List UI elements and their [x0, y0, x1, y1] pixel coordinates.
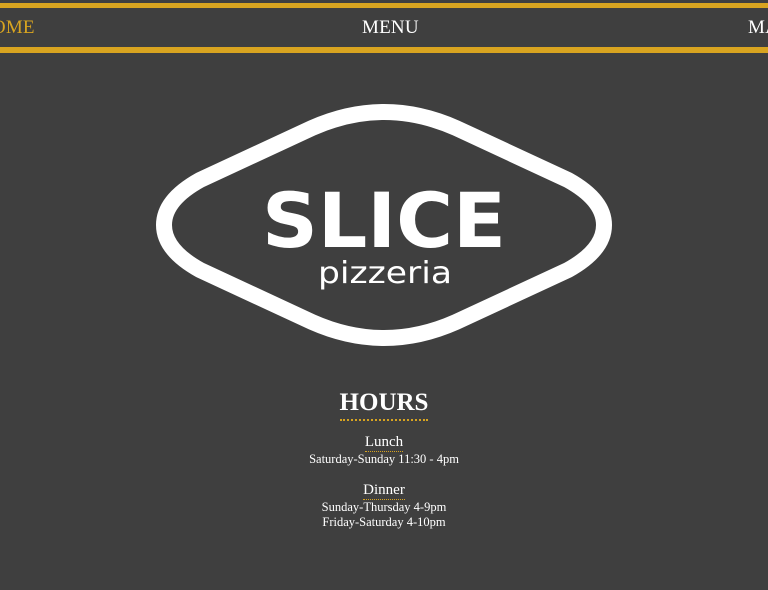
nav-top-rule: [0, 3, 768, 8]
dinner-hours-line: Friday-Saturday 4-10pm: [322, 515, 446, 529]
nav-bottom-rule: [0, 47, 768, 53]
dinner-hours: Dinner Sunday-Thursday 4-9pm Friday-Satu…: [0, 481, 768, 530]
lunch-hours-line: Saturday-Sunday 11:30 - 4pm: [309, 452, 459, 466]
nav-link-map[interactable]: MAP: [748, 17, 768, 39]
nav-link-menu[interactable]: MENU: [362, 17, 419, 39]
lunch-label: Lunch: [364, 434, 404, 452]
logo-badge: SLICE pizzeria: [156, 104, 612, 346]
dinner-hours-line: Sunday-Thursday 4-9pm: [321, 500, 447, 514]
logo-wordmark: SLICE: [262, 176, 506, 265]
page: HOME MENU MAP SLICE pizzeria HOURS Lunch…: [0, 0, 768, 590]
dinner-label: Dinner: [363, 482, 405, 500]
top-navigation: HOME MENU MAP: [0, 0, 768, 54]
lunch-hours: Lunch Saturday-Sunday 11:30 - 4pm: [0, 433, 768, 467]
hours-heading: HOURS: [339, 388, 429, 421]
logo-tagline: pizzeria: [318, 256, 452, 291]
nav-link-home[interactable]: HOME: [0, 17, 35, 39]
hours-section: HOURS Lunch Saturday-Sunday 11:30 - 4pm …: [0, 388, 768, 530]
slice-pizzeria-logo: SLICE pizzeria: [152, 102, 616, 348]
